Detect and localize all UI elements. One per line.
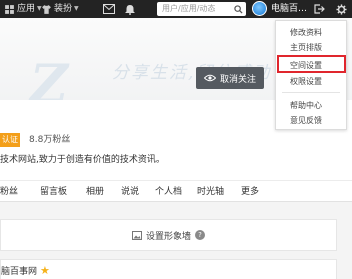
menu-divider <box>282 92 340 93</box>
settings-button[interactable] <box>336 0 349 18</box>
eye-icon <box>203 74 216 82</box>
tab-fans[interactable]: 粉丝 <box>0 181 18 203</box>
logout-button[interactable] <box>314 0 327 18</box>
tab-profile[interactable]: 个人档 <box>155 181 182 203</box>
gear-icon <box>336 3 347 15</box>
menu-item-help[interactable]: 帮助中心 <box>276 99 346 112</box>
image-wall-card: 设置形象墙 ? <box>0 219 337 251</box>
help-icon[interactable]: ? <box>195 230 206 240</box>
bell-icon <box>125 4 135 15</box>
search-icon <box>233 4 243 14</box>
search-button[interactable] <box>230 2 246 16</box>
username[interactable]: 电脑百… <box>271 0 307 18</box>
feed-card: 脑百事网 ★ <box>0 259 337 279</box>
search-input[interactable]: 用户/应用/动态 <box>162 2 227 16</box>
apps-grid-icon <box>5 4 14 14</box>
dress-label: 装扮 <box>54 4 73 14</box>
search-box: 用户/应用/动态 <box>157 2 246 16</box>
mail-icon <box>103 4 115 14</box>
settings-dropdown: 修改资料 主页排版 空间设置 权限设置 帮助中心 意见反馈 <box>275 20 347 130</box>
messages-button[interactable] <box>103 0 117 18</box>
menu-item-edit-profile[interactable]: 修改资料 <box>276 26 346 39</box>
apps-menu[interactable]: 应用 ▼ <box>4 0 42 18</box>
main-content: 设置形象墙 ? 脑百事网 ★ <box>0 202 352 279</box>
notifications-button[interactable] <box>124 0 138 18</box>
tab-more[interactable]: 更多 <box>241 181 259 203</box>
menu-item-layout[interactable]: 主页排版 <box>276 41 346 54</box>
chevron-down-icon: ▼ <box>74 5 79 12</box>
tab-albums[interactable]: 相册 <box>86 181 104 203</box>
avatar[interactable] <box>252 1 267 16</box>
menu-item-feedback[interactable]: 意见反馈 <box>276 114 346 127</box>
logout-icon <box>314 4 325 14</box>
set-image-wall-button[interactable]: 设置形象墙 ? <box>132 228 206 242</box>
unfollow-label: 取消关注 <box>219 74 256 85</box>
menu-item-permissions[interactable]: 权限设置 <box>276 75 346 88</box>
set-image-wall-label: 设置形象墙 <box>146 231 192 242</box>
qzone-logo: Z <box>30 54 68 100</box>
star-icon: ★ <box>40 264 50 277</box>
image-icon <box>132 230 142 240</box>
top-bar: 应用 ▼ 装扮 ▼ 用户/应用/动态 电脑百… <box>0 0 352 18</box>
shirt-icon <box>42 4 51 14</box>
tab-guestbook[interactable]: 留言板 <box>40 181 67 203</box>
tab-moments[interactable]: 说说 <box>121 181 139 203</box>
unfollow-button[interactable]: 取消关注 <box>196 67 264 89</box>
profile-description: 技术网站,致力于创造有价值的技术资讯。 <box>0 155 165 165</box>
profile-nav: 粉丝 留言板 相册 说说 个人档 时光轴 更多 <box>0 180 352 202</box>
tab-timeline[interactable]: 时光轴 <box>197 181 224 203</box>
feed-author-name: 脑百事网 <box>1 267 38 277</box>
apps-label: 应用 <box>17 4 36 14</box>
fans-count[interactable]: 8.8万粉丝 <box>29 133 70 147</box>
highlight-box <box>277 55 346 73</box>
verified-badge: 认证 <box>0 133 20 147</box>
feed-author[interactable]: 脑百事网 ★ <box>1 264 50 277</box>
dress-menu[interactable]: 装扮 ▼ <box>41 0 79 18</box>
